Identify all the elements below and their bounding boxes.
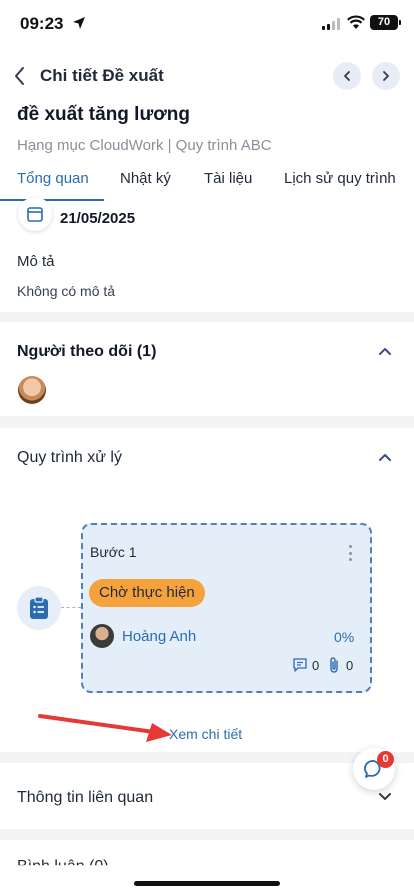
tab-bar: Tổng quan Nhật ký Tài liệu Lịch sử quy t… [0,163,414,203]
location-arrow-icon [73,17,85,29]
comments-section[interactable] [0,840,414,896]
next-button[interactable] [372,62,400,90]
signal-icon [322,18,340,30]
chevron-left-icon [344,71,350,81]
back-chevron-icon[interactable] [10,62,30,90]
proposal-date: 21/05/2025 [60,210,136,227]
more-options-icon[interactable] [347,545,353,561]
tab-process-history[interactable]: Lịch sử quy trình [284,170,396,187]
home-indicator [134,881,280,886]
status-time: 09:23 [20,14,64,33]
related-info-title: Thông tin liên quan [17,789,154,806]
tab-documents[interactable]: Tài liệu [204,170,252,187]
chevron-up-icon[interactable] [378,452,392,462]
status-badge: Chờ thực hiện [89,579,205,607]
chevron-down-icon[interactable] [378,792,392,802]
tab-log[interactable]: Nhật ký [120,170,171,187]
step-name: Bước 1 [90,544,137,560]
clipboard-icon [17,586,61,630]
active-tab-indicator [0,199,104,201]
followers-title: Người theo dõi (1) [17,343,157,360]
paperclip-icon [330,657,338,673]
red-arrow-annotation [38,714,172,742]
step-connector [61,607,81,608]
follower-avatar[interactable] [18,376,46,404]
calendar-icon [18,197,52,231]
battery-indicator: 70 [370,15,401,30]
assignee-avatar [90,624,114,648]
previous-button[interactable] [333,62,361,90]
comment-icon [293,658,307,672]
comment-count: 0 [312,658,320,673]
step-progress: 0% [334,629,355,645]
assignee-name[interactable]: Hoàng Anh [122,628,196,645]
attachment-count: 0 [346,658,354,673]
description-value: Không có mô tả [17,283,116,299]
page-title: Chi tiết Đề xuất [40,66,164,85]
chat-badge: 0 [377,751,394,768]
proposal-title: đề xuất tăng lương [17,104,190,125]
workflow-title: Quy trình xử lý [17,449,122,466]
description-label: Mô tả [17,253,55,270]
chevron-up-icon[interactable] [378,346,392,356]
tab-overview[interactable]: Tổng quan [17,170,89,187]
view-detail-link[interactable]: Xem chi tiết [169,726,242,742]
followers-section [0,322,414,416]
proposal-subtitle: Hạng mục CloudWork | Quy trình ABC [17,137,272,154]
chevron-right-icon [383,71,389,81]
wifi-icon [347,15,365,29]
